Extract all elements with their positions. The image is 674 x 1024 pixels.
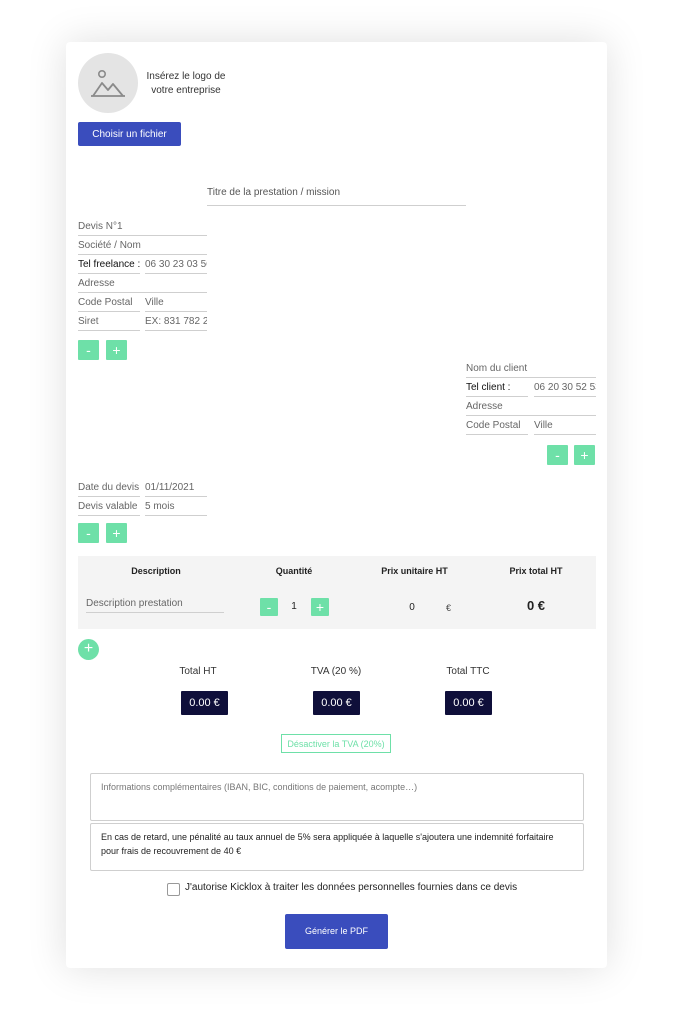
freelance-phone-label: Tel freelance : bbox=[78, 256, 140, 274]
client-remove-field-button[interactable]: - bbox=[547, 445, 568, 465]
company-field[interactable]: Société / Nom bbox=[78, 237, 207, 255]
tva-value: 0.00 € bbox=[313, 691, 360, 715]
client-name-field[interactable]: Nom du client bbox=[466, 360, 596, 378]
siret-field[interactable]: EX: 831 782 2 bbox=[145, 313, 207, 331]
freelance-postal-code-field[interactable]: Code Postal bbox=[78, 294, 140, 312]
unit-price-currency: € bbox=[446, 603, 452, 613]
client-add-field-button[interactable]: + bbox=[574, 445, 595, 465]
late-penalty-textarea[interactable]: En cas de retard, une pénalité au taux a… bbox=[90, 823, 584, 871]
total-ttc-value: 0.00 € bbox=[445, 691, 492, 715]
client-postal-code-field[interactable]: Code Postal bbox=[466, 417, 528, 435]
disable-tva-button[interactable]: Désactiver la TVA (20%) bbox=[281, 734, 391, 753]
total-ht-value: 0.00 € bbox=[181, 691, 228, 715]
freelance-remove-field-button[interactable]: - bbox=[78, 340, 99, 360]
dates-add-field-button[interactable]: + bbox=[106, 523, 127, 543]
additional-info-textarea[interactable]: Informations complémentaires (IBAN, BIC,… bbox=[90, 773, 584, 821]
table-header-unit-price: Prix unitaire HT bbox=[381, 566, 448, 576]
client-city-field[interactable]: Ville bbox=[534, 417, 596, 435]
generate-pdf-button[interactable]: Générer le PDF bbox=[285, 914, 388, 949]
client-phone-field[interactable]: 06 20 30 52 53 bbox=[534, 379, 596, 397]
image-icon bbox=[91, 69, 125, 97]
line-total-value: 0 € bbox=[526, 598, 546, 613]
table-header-quantity: Quantité bbox=[275, 566, 313, 576]
validity-label: Devis valable bbox=[78, 498, 140, 516]
table-header-total-price: Prix total HT bbox=[509, 566, 563, 576]
freelance-city-field[interactable]: Ville bbox=[145, 294, 207, 312]
freelance-address-field[interactable]: Adresse bbox=[78, 275, 207, 293]
choose-file-button[interactable]: Choisir un fichier bbox=[78, 122, 181, 146]
total-ht-label: Total HT bbox=[179, 666, 217, 677]
client-address-field[interactable]: Adresse bbox=[466, 398, 596, 416]
quote-date-label: Date du devis bbox=[78, 479, 140, 497]
logo-hint: Insérez le logo de votre entreprise bbox=[146, 71, 226, 96]
validity-field[interactable]: 5 mois bbox=[145, 498, 207, 516]
consent-checkbox[interactable] bbox=[167, 883, 180, 896]
quantity-increase-button[interactable]: + bbox=[311, 598, 329, 616]
mission-title-input[interactable] bbox=[207, 179, 466, 206]
table-header-description: Description bbox=[131, 566, 181, 576]
quote-form-card: Insérez le logo de votre entreprise Choi… bbox=[66, 42, 607, 968]
freelance-phone-field[interactable]: 06 30 23 03 56 bbox=[145, 256, 207, 274]
quote-date-field[interactable]: 01/11/2021 bbox=[145, 479, 207, 497]
quote-number-field[interactable]: Devis N°1 bbox=[78, 218, 207, 236]
quantity-value[interactable]: 1 bbox=[288, 601, 300, 612]
quantity-decrease-button[interactable]: - bbox=[260, 598, 278, 616]
client-phone-label: Tel client : bbox=[466, 379, 528, 397]
add-line-button[interactable]: + bbox=[78, 639, 99, 660]
total-ttc-label: Total TTC bbox=[446, 666, 490, 677]
freelance-add-field-button[interactable]: + bbox=[106, 340, 127, 360]
logo-placeholder[interactable] bbox=[78, 53, 138, 113]
dates-remove-field-button[interactable]: - bbox=[78, 523, 99, 543]
siret-label: Siret bbox=[78, 313, 140, 331]
description-input[interactable]: Description prestation bbox=[86, 595, 224, 613]
unit-price-value[interactable]: 0 bbox=[406, 602, 418, 613]
tva-label: TVA (20 %) bbox=[310, 666, 362, 677]
consent-label: J'autorise Kicklox à traiter les données… bbox=[185, 882, 518, 893]
